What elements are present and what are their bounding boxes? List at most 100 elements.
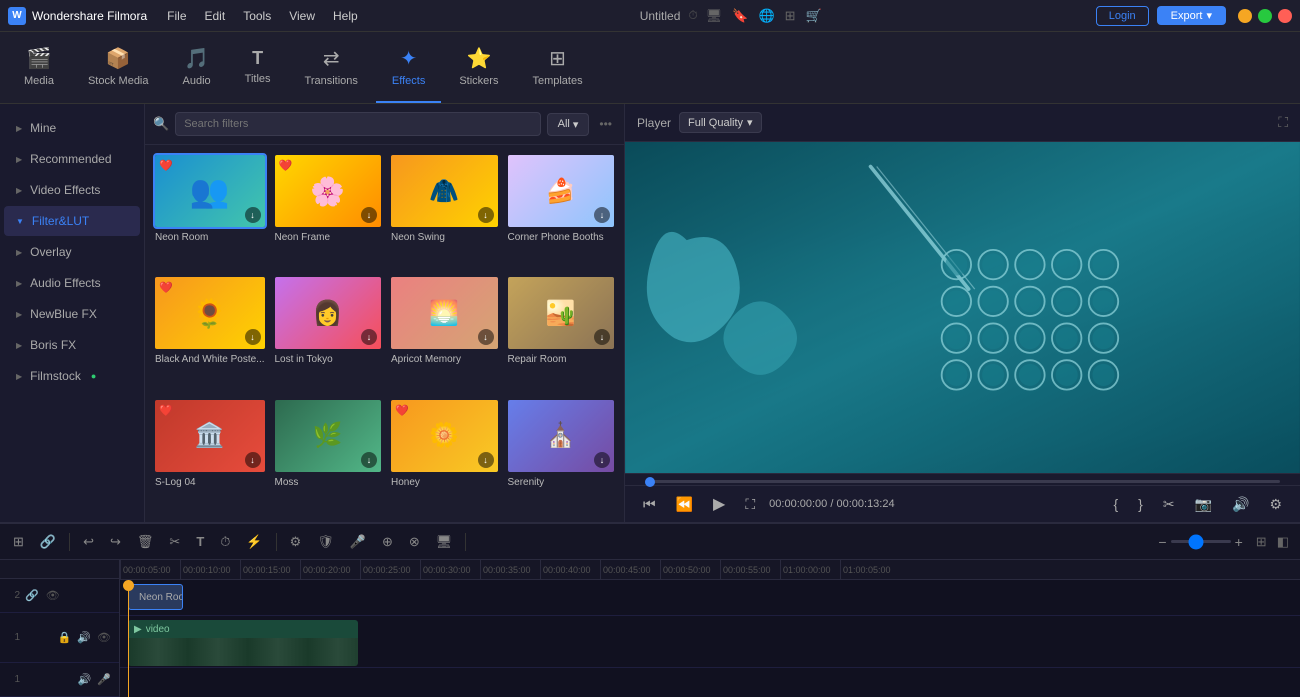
audio-track-mute[interactable]: 🎤 xyxy=(95,672,113,687)
effect-thumb-lost-tokyo[interactable]: 👩 ↓ xyxy=(273,275,384,351)
sidebar-item-boris-fx[interactable]: ▶ Boris FX xyxy=(4,330,140,360)
export-button[interactable]: Export ▾ xyxy=(1157,6,1226,25)
tl-snap-button[interactable]: ⊞ xyxy=(8,531,29,553)
effect-item-neon-room[interactable]: ❤️ 👥 ↓ Neon Room xyxy=(153,153,267,269)
progress-handle[interactable] xyxy=(645,477,655,487)
effect-thumb-serenity[interactable]: ⛪ ↓ xyxy=(506,398,617,474)
zoom-out-button[interactable]: − xyxy=(1158,534,1166,550)
neon-frame-download[interactable]: ↓ xyxy=(361,207,377,223)
volume-button[interactable]: 🔊 xyxy=(1226,494,1255,515)
right-icon-1[interactable]: ⊞ xyxy=(1253,531,1270,553)
toolbar-media[interactable]: 🎬 Media xyxy=(8,32,70,103)
effect-item-bw-poster[interactable]: ❤️ 🌻 ↓ Black And White Poste... xyxy=(153,275,267,391)
zoom-slider[interactable] xyxy=(1171,540,1231,543)
rewind-button[interactable]: ⏮ xyxy=(637,494,662,515)
effect-thumb-honey[interactable]: ❤️ 🌼 ↓ xyxy=(389,398,500,474)
toolbar-transitions[interactable]: ⇄ Transitions xyxy=(289,32,374,103)
step-back-button[interactable]: ⏪ xyxy=(670,494,699,515)
sidebar-item-filmstock[interactable]: ▶ Filmstock ● xyxy=(4,361,140,391)
toolbar-templates[interactable]: ⊞ Templates xyxy=(516,32,598,103)
toolbar-stickers[interactable]: ⭐ Stickers xyxy=(443,32,514,103)
bw-poster-download[interactable]: ↓ xyxy=(245,329,261,345)
mark-in-button[interactable]: { xyxy=(1107,494,1124,514)
snapshot-button[interactable]: 📷 xyxy=(1189,494,1218,515)
video-track-speaker[interactable]: 🔊 xyxy=(75,630,93,645)
tl-delete-button[interactable]: 🗑 xyxy=(132,531,159,553)
video-track-eye[interactable]: 👁 xyxy=(95,630,113,645)
honey-download[interactable]: ↓ xyxy=(478,452,494,468)
minimize-button[interactable]: − xyxy=(1238,9,1252,23)
video-clip[interactable]: ▶ video xyxy=(128,620,358,666)
effect-item-repair-room[interactable]: 🏜️ ↓ Repair Room xyxy=(506,275,617,391)
maximize-button[interactable]: □ xyxy=(1258,9,1272,23)
tl-settings-button[interactable]: ⚙ xyxy=(285,531,307,553)
toolbar-titles[interactable]: T Titles xyxy=(229,32,287,103)
sidebar-item-audio-effects[interactable]: ▶ Audio Effects xyxy=(4,268,140,298)
sidebar-item-newblue-fx[interactable]: ▶ NewBlue FX xyxy=(4,299,140,329)
menu-tools[interactable]: Tools xyxy=(235,7,279,25)
effect-thumb-s-log[interactable]: ❤️ 🏛️ ↓ xyxy=(153,398,267,474)
tl-text-button[interactable]: T xyxy=(191,531,209,552)
apricot-download[interactable]: ↓ xyxy=(478,329,494,345)
sidebar-item-video-effects[interactable]: ▶ Video Effects xyxy=(4,175,140,205)
progress-bar[interactable] xyxy=(645,480,1280,483)
effect-item-apricot[interactable]: 🌅 ↓ Apricot Memory xyxy=(389,275,500,391)
effect-item-lost-tokyo[interactable]: 👩 ↓ Lost in Tokyo xyxy=(273,275,384,391)
fullscreen-button[interactable]: ⛶ xyxy=(739,494,761,515)
tl-screen-button[interactable]: 🖥 xyxy=(431,531,458,553)
tl-undo-button[interactable]: ↩ xyxy=(78,531,99,553)
sidebar-item-recommended[interactable]: ▶ Recommended xyxy=(4,144,140,174)
video-track-lock[interactable]: 🔒 xyxy=(56,630,74,645)
neon-swing-download[interactable]: ↓ xyxy=(478,207,494,223)
right-icon-2[interactable]: ◧ xyxy=(1274,531,1292,553)
effect-thumb-neon-frame[interactable]: ❤️ 🌸 ↓ xyxy=(273,153,384,229)
corner-phone-download[interactable]: ↓ xyxy=(594,207,610,223)
effect-thumb-apricot[interactable]: 🌅 ↓ xyxy=(389,275,500,351)
mark-out-button[interactable]: } xyxy=(1132,494,1149,514)
tl-split-button[interactable]: ✂ xyxy=(164,531,185,553)
audio-track-speaker[interactable]: 🔊 xyxy=(76,672,94,687)
tl-magnet-button[interactable]: 🔗 xyxy=(35,531,61,553)
tl-layers-button[interactable]: ⊕ xyxy=(377,531,398,553)
tl-redo-button[interactable]: ↪ xyxy=(105,531,126,553)
effect-item-neon-frame[interactable]: ❤️ 🌸 ↓ Neon Frame xyxy=(273,153,384,269)
tl-timer-button[interactable]: ⏱ xyxy=(215,531,235,553)
monitor-icon[interactable]: 🖥 xyxy=(706,8,723,24)
neon-room-download[interactable]: ↓ xyxy=(245,207,261,223)
effect-thumb-corner-phone[interactable]: 🍰 ↓ xyxy=(506,153,617,229)
effect-thumb-moss[interactable]: 🌿 ↓ xyxy=(273,398,384,474)
grid-icon[interactable]: ⊞ xyxy=(785,8,796,24)
effect-thumb-neon-swing[interactable]: 🧥 ↓ xyxy=(389,153,500,229)
repair-room-download[interactable]: ↓ xyxy=(594,329,610,345)
sidebar-item-mine[interactable]: ▶ Mine xyxy=(4,113,140,143)
effect-track-link[interactable]: 🔗 xyxy=(23,588,41,603)
toolbar-stock-media[interactable]: 📦 Stock Media xyxy=(72,32,165,103)
bookmark-icon[interactable]: 🔖 xyxy=(732,8,748,24)
effect-thumb-neon-room[interactable]: ❤️ 👥 ↓ xyxy=(153,153,267,229)
playhead[interactable] xyxy=(128,580,129,697)
sidebar-item-overlay[interactable]: ▶ Overlay xyxy=(4,237,140,267)
tl-mic-button[interactable]: 🎤 xyxy=(345,531,371,553)
tl-speed-button[interactable]: ⚡ xyxy=(241,531,267,553)
zoom-in-button[interactable]: + xyxy=(1235,534,1243,550)
s-log-download[interactable]: ↓ xyxy=(245,452,261,468)
toolbar-audio[interactable]: 🎵 Audio xyxy=(167,32,227,103)
close-button[interactable]: × xyxy=(1278,9,1292,23)
cart-icon[interactable]: 🛒 xyxy=(806,8,822,24)
login-button[interactable]: Login xyxy=(1096,6,1149,26)
play-button[interactable]: ▶ xyxy=(707,492,731,516)
effect-thumb-repair-room[interactable]: 🏜️ ↓ xyxy=(506,275,617,351)
settings-button[interactable]: ⚙ xyxy=(1263,494,1288,515)
screen-icon[interactable]: ⛶ xyxy=(1278,114,1288,131)
more-options-button[interactable]: ••• xyxy=(595,113,616,135)
menu-file[interactable]: File xyxy=(159,7,194,25)
effect-item-s-log[interactable]: ❤️ 🏛️ ↓ S-Log 04 xyxy=(153,398,267,514)
moss-download[interactable]: ↓ xyxy=(361,452,377,468)
search-input[interactable] xyxy=(175,112,540,136)
toolbar-effects[interactable]: ✦ Effects xyxy=(376,32,441,103)
effect-thumb-bw-poster[interactable]: ❤️ 🌻 ↓ xyxy=(153,275,267,351)
effect-item-honey[interactable]: ❤️ 🌼 ↓ Honey xyxy=(389,398,500,514)
sidebar-item-filter-lut[interactable]: ▼ Filter&LUT xyxy=(4,206,140,236)
lost-tokyo-download[interactable]: ↓ xyxy=(361,329,377,345)
effect-item-serenity[interactable]: ⛪ ↓ Serenity xyxy=(506,398,617,514)
